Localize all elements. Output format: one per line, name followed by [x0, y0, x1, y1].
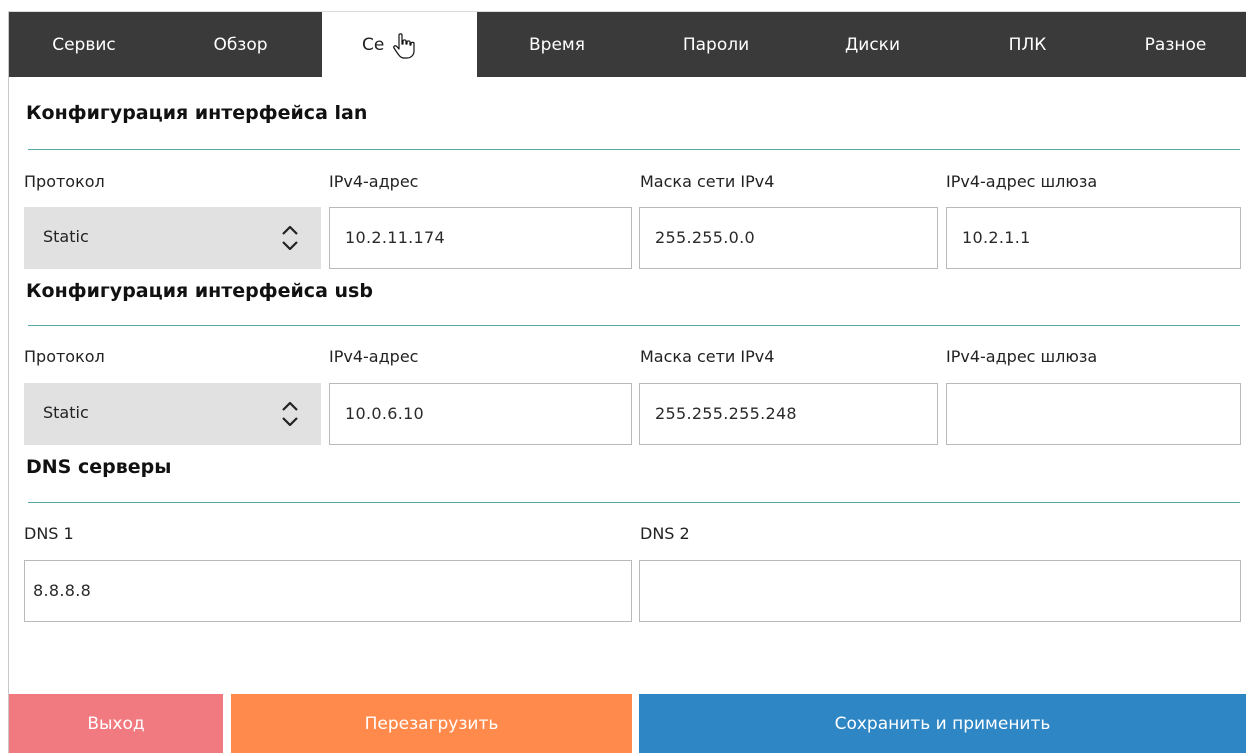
tab-service[interactable]: Сервис	[9, 12, 159, 77]
tab-network[interactable]: Се	[322, 12, 477, 77]
reboot-button[interactable]: Перезагрузить	[231, 694, 632, 753]
usb-protocol-value: Static	[43, 403, 89, 422]
tab-passwords[interactable]: Пароли	[637, 12, 795, 77]
lan-mask-label: Маска сети IPv4	[640, 172, 775, 191]
lan-gateway-value: 10.2.1.1	[962, 228, 1031, 247]
dns-divider	[28, 502, 1240, 503]
dns1-label: DNS 1	[24, 524, 74, 543]
updown-chevrons-icon	[282, 401, 298, 427]
usb-mask-value: 255.255.255.248	[655, 404, 797, 423]
usb-gateway-label: IPv4-адрес шлюза	[946, 347, 1098, 366]
tab-disks[interactable]: Диски	[795, 12, 950, 77]
lan-protocol-value: Static	[43, 227, 89, 246]
usb-section-title: Конфигурация интерфейса usb	[26, 280, 373, 302]
usb-divider	[28, 325, 1240, 326]
usb-ip-input[interactable]: 10.0.6.10	[329, 383, 632, 445]
usb-protocol-label: Протокол	[24, 347, 105, 366]
usb-protocol-select[interactable]: Static	[24, 383, 321, 445]
dns2-input[interactable]	[639, 560, 1241, 622]
dns2-label: DNS 2	[640, 524, 690, 543]
lan-ip-input[interactable]: 10.2.11.174	[329, 207, 632, 269]
tab-misc[interactable]: Разное	[1105, 12, 1246, 77]
lan-mask-value: 255.255.0.0	[655, 228, 755, 247]
tab-bar: Сервис Обзор Се Время Пароли Диски ПЛК Р…	[9, 12, 1246, 77]
lan-protocol-select[interactable]: Static	[24, 207, 321, 269]
lan-section-title: Конфигурация интерфейса lan	[26, 102, 368, 124]
usb-ip-label: IPv4-адрес	[329, 347, 419, 366]
tab-plc[interactable]: ПЛК	[950, 12, 1105, 77]
lan-divider	[28, 149, 1240, 150]
dns1-value: 8.8.8.8	[33, 581, 92, 600]
usb-mask-input[interactable]: 255.255.255.248	[639, 383, 938, 445]
lan-gateway-input[interactable]: 10.2.1.1	[946, 207, 1241, 269]
dns-section-title: DNS серверы	[26, 456, 172, 478]
usb-ip-value: 10.0.6.10	[345, 404, 425, 423]
lan-protocol-label: Протокол	[24, 172, 105, 191]
save-apply-button[interactable]: Сохранить и применить	[639, 694, 1246, 753]
tab-time[interactable]: Время	[477, 12, 637, 77]
lan-mask-input[interactable]: 255.255.0.0	[639, 207, 938, 269]
usb-gateway-input[interactable]	[946, 383, 1241, 445]
dns1-input[interactable]: 8.8.8.8	[24, 560, 632, 622]
usb-mask-label: Маска сети IPv4	[640, 347, 775, 366]
lan-ip-value: 10.2.11.174	[345, 228, 445, 247]
exit-button[interactable]: Выход	[9, 694, 223, 753]
updown-chevrons-icon	[282, 225, 298, 251]
tab-overview[interactable]: Обзор	[159, 12, 322, 77]
lan-ip-label: IPv4-адрес	[329, 172, 419, 191]
lan-gateway-label: IPv4-адрес шлюза	[946, 172, 1098, 191]
